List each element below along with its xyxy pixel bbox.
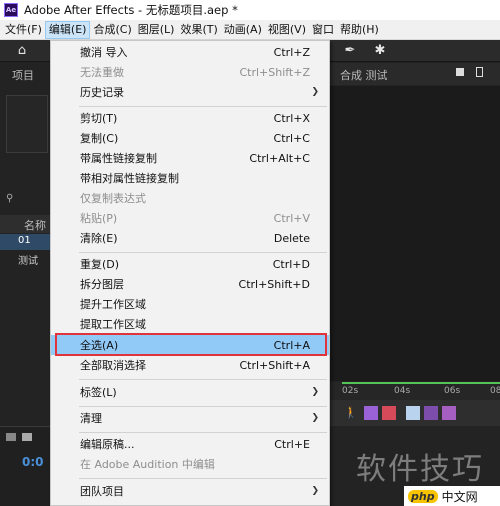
menu-item-paste: 粘贴(P) Ctrl+V <box>80 211 310 226</box>
folder-icon[interactable] <box>22 433 32 441</box>
menu-item-copy-with-relative-links[interactable]: 带相对属性链接复制 <box>51 168 329 188</box>
submenu-arrow-icon: ❯ <box>311 413 319 423</box>
layer-label-violet[interactable] <box>424 406 438 420</box>
walk-icon[interactable]: 🚶 <box>344 406 358 420</box>
menu-item-extract-work-area[interactable]: 提取工作区域 <box>51 314 329 334</box>
menu-file[interactable]: 文件(F) <box>2 21 45 39</box>
submenu-arrow-icon: ❯ <box>311 87 319 97</box>
menu-composition[interactable]: 合成(C) <box>90 21 134 39</box>
layer-label-blue[interactable] <box>406 406 420 420</box>
project-thumbnail <box>6 95 48 153</box>
time-tick: 06s <box>444 386 461 396</box>
menu-item-label[interactable]: 标签(L) ❯ <box>51 382 329 402</box>
panel-menu-icon[interactable] <box>476 67 483 77</box>
menu-item-clear[interactable]: 清除(E) Delete <box>51 228 329 248</box>
home-icon[interactable]: ⌂ <box>14 43 30 59</box>
layer-label-magenta[interactable] <box>442 406 456 420</box>
edit-menu-dropdown: 撤消 导入 Ctrl+Z 无法重做 Ctrl+Shift+Z 历史记录 ❯ 剪切… <box>50 40 330 506</box>
php-logo: php <box>408 489 438 503</box>
timeline-ruler[interactable]: 02s 04s 06s 08s <box>330 382 500 400</box>
menu-item-select-all[interactable]: 全选(A) Ctrl+A <box>51 333 329 356</box>
menu-item-copy[interactable]: 复制(C) Ctrl+C <box>51 128 329 148</box>
project-search-icon[interactable]: ⚲ <box>6 193 48 207</box>
menu-item-lift-work-area[interactable]: 提升工作区域 <box>51 294 329 314</box>
menu-item-history[interactable]: 历史记录 ❯ <box>51 82 329 102</box>
menu-item-deselect-all[interactable]: 全部取消选择 Ctrl+Shift+A <box>51 355 329 375</box>
menu-item-duplicate[interactable]: 重复(D) Ctrl+D <box>51 254 329 274</box>
layer-label-purple[interactable] <box>364 406 378 420</box>
menu-effect[interactable]: 效果(T) <box>177 21 220 39</box>
composition-tab-label: 合成 测试 <box>340 69 388 82</box>
menu-item-split-layer[interactable]: 拆分图层 Ctrl+Shift+D <box>51 274 329 294</box>
menu-item-copy-expression-only: 仅复制表达式 <box>80 192 146 205</box>
menu-item-redo: 无法重做 Ctrl+Shift+Z <box>80 65 310 80</box>
current-timecode[interactable]: 0:0 <box>22 455 44 469</box>
time-tick: 08s <box>490 386 500 396</box>
menu-item-edit-original[interactable]: 编辑原稿... Ctrl+E <box>51 434 329 454</box>
timeline-panel: 0:0 <box>0 426 50 506</box>
pen-tool-icon[interactable]: ✒ <box>342 43 358 59</box>
menu-item-copy-with-property-links[interactable]: 带属性链接复制 Ctrl+Alt+C <box>51 148 329 168</box>
menu-item-edit-in-audition: 在 Adobe Audition 中编辑 <box>80 458 215 471</box>
menu-view[interactable]: 视图(V) <box>265 21 309 39</box>
menu-layer[interactable]: 图层(L) <box>135 21 178 39</box>
project-item[interactable]: 01 <box>0 234 50 250</box>
php-logo-badge: php 中文网 <box>404 486 500 506</box>
menu-item-purge[interactable]: 清理 ❯ <box>51 408 329 428</box>
window-title: Adobe After Effects - 无标题项目.aep * <box>24 3 238 17</box>
title-bar: Ae Adobe After Effects - 无标题项目.aep * <box>0 0 500 20</box>
panel-lock-icon[interactable] <box>456 68 464 76</box>
submenu-arrow-icon: ❯ <box>311 387 319 397</box>
menu-bar: 文件(F) 编辑(E) 合成(C) 图层(L) 效果(T) 动画(A) 视图(V… <box>0 20 500 40</box>
submenu-arrow-icon: ❯ <box>311 486 319 496</box>
menu-item-team-project[interactable]: 团队项目 ❯ <box>51 481 329 501</box>
watermark-text: 软件技巧 <box>356 452 484 487</box>
project-item[interactable]: 测试 <box>0 251 50 267</box>
composition-panel-tab[interactable]: 合成 测试 <box>330 63 500 85</box>
menu-item-cut[interactable]: 剪切(T) Ctrl+X <box>51 108 329 128</box>
pin-tool-icon[interactable]: ✱ <box>372 43 388 59</box>
time-tick: 02s <box>342 386 359 396</box>
menu-animation[interactable]: 动画(A) <box>221 21 265 39</box>
after-effects-icon: Ae <box>4 3 18 17</box>
layer-label-red[interactable] <box>382 406 396 420</box>
composition-viewer[interactable] <box>330 86 500 381</box>
menu-help[interactable]: 帮助(H) <box>337 21 382 39</box>
time-tick: 04s <box>394 386 411 396</box>
menu-item-undo[interactable]: 撤消 导入 Ctrl+Z <box>51 42 329 62</box>
menu-edit[interactable]: 编辑(E) <box>44 20 91 39</box>
render-queue-icon[interactable] <box>6 433 16 441</box>
menu-window[interactable]: 窗口 <box>309 21 337 39</box>
name-column-header[interactable]: 名称 <box>0 215 50 233</box>
timeline-layer-bar: 🚶 <box>330 400 500 426</box>
php-badge-text: 中文网 <box>441 489 478 504</box>
